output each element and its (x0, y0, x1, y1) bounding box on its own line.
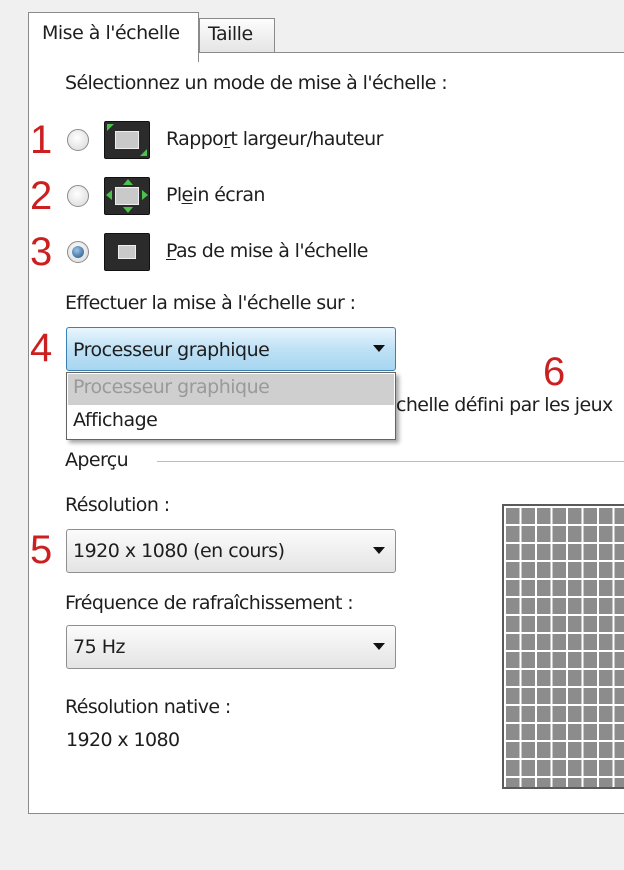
aspect-ratio-icon (104, 121, 150, 159)
refresh-rate-select[interactable]: 75 Hz (66, 625, 396, 669)
annotation-6: 6 (543, 350, 566, 394)
radio-no-scaling[interactable] (67, 241, 89, 263)
preview-divider (157, 461, 624, 462)
preview-label: Aperçu (65, 449, 129, 471)
refresh-rate-label: Fréquence de rafraîchissement : (65, 592, 354, 614)
override-checkbox-label[interactable]: chelle défini par les jeux (396, 394, 613, 416)
chevron-down-icon[interactable] (373, 643, 385, 650)
scaling-mode-heading: Sélectionnez un mode de mise à l'échelle… (65, 72, 448, 94)
perform-on-value: Processeur graphique (73, 339, 270, 361)
dropdown-option-display[interactable]: Affichage (68, 407, 394, 438)
full-screen-icon (104, 177, 150, 215)
perform-on-dropdown-list: Processeur graphique Affichage (66, 372, 396, 440)
option-no-scaling-label[interactable]: Pas de mise à l'échelle (166, 240, 369, 262)
resolution-label: Résolution : (65, 494, 170, 516)
window: Mise à l'échelle Taille 1 2 3 4 6 5 Séle… (0, 0, 624, 870)
tab-size-label: Taille (208, 23, 253, 45)
annotation-5: 5 (30, 528, 53, 572)
display-preview-grid (502, 504, 624, 789)
chevron-down-icon[interactable] (373, 547, 385, 554)
dropdown-option-gpu[interactable]: Processeur graphique (68, 374, 394, 405)
option-aspect-ratio-label[interactable]: Rapport largeur/hauteur (166, 128, 383, 150)
refresh-rate-value: 75 Hz (73, 636, 125, 658)
radio-aspect-ratio[interactable] (67, 129, 89, 151)
window-footer (0, 814, 624, 870)
tab-scaling[interactable]: Mise à l'échelle (28, 12, 199, 62)
resolution-value: 1920 x 1080 (en cours) (73, 540, 285, 562)
tab-size[interactable]: Taille (199, 18, 275, 54)
annotation-1: 1 (30, 118, 53, 162)
chevron-down-icon[interactable] (373, 345, 385, 352)
perform-on-select[interactable]: Processeur graphique (66, 327, 396, 371)
annotation-2: 2 (30, 174, 53, 218)
annotation-3: 3 (30, 230, 53, 274)
native-resolution-label: Résolution native : (65, 696, 231, 718)
radio-full-screen[interactable] (67, 185, 89, 207)
perform-on-label: Effectuer la mise à l'échelle sur : (65, 292, 356, 314)
option-full-screen-label[interactable]: Plein écran (166, 184, 265, 206)
no-scaling-icon (104, 233, 150, 271)
tab-scaling-label: Mise à l'échelle (42, 22, 180, 44)
resolution-select[interactable]: 1920 x 1080 (en cours) (66, 529, 396, 573)
native-resolution-value: 1920 x 1080 (66, 729, 180, 751)
annotation-4: 4 (30, 326, 53, 370)
